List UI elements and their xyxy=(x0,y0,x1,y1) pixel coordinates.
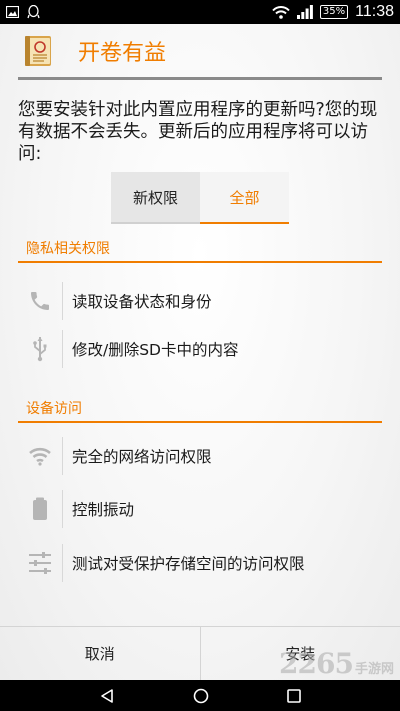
wifi-icon xyxy=(272,5,290,19)
permission-label: 控制振动 xyxy=(72,501,135,519)
recents-icon[interactable] xyxy=(287,688,301,703)
tab-new-permissions[interactable]: 新权限 xyxy=(111,172,200,224)
usb-icon xyxy=(33,337,47,362)
battery-indicator: 35% xyxy=(319,5,349,19)
permission-item[interactable]: 修改/删除SD卡中的内容 xyxy=(18,326,382,372)
status-bar: 35% 11:38 xyxy=(0,0,400,24)
permission-item[interactable]: 控制振动 xyxy=(18,486,382,532)
clock: 11:38 xyxy=(355,3,394,20)
divider xyxy=(62,544,63,582)
divider xyxy=(62,330,63,368)
home-icon[interactable] xyxy=(193,688,209,704)
image-icon xyxy=(6,6,19,18)
back-icon[interactable] xyxy=(99,688,115,704)
qq-icon xyxy=(27,5,40,19)
signal-icon xyxy=(296,5,313,19)
phone-icon xyxy=(31,292,49,310)
usb-icon-wrap xyxy=(18,326,62,372)
watermark-text: 手游网 xyxy=(354,662,394,677)
permission-label: 读取设备状态和身份 xyxy=(72,293,212,311)
vibrate-icon xyxy=(33,497,47,520)
section-device-title: 设备访问 xyxy=(18,395,382,423)
section-privacy-title: 隐私相关权限 xyxy=(18,235,382,263)
watermark-number: 2265 xyxy=(279,647,354,680)
wifi-icon-wrap xyxy=(18,433,62,479)
cancel-button[interactable]: 取消 xyxy=(0,627,200,680)
navigation-bar xyxy=(0,680,400,711)
dialog-header: 开卷有益 xyxy=(18,24,382,80)
site-watermark: 2265 手游网 xyxy=(279,650,394,678)
book-app-icon xyxy=(25,35,51,66)
wifi-icon xyxy=(29,447,51,466)
divider xyxy=(62,282,63,320)
tab-all[interactable]: 全部 xyxy=(200,172,289,224)
update-question: 您要安装针对此内置应用程序的更新吗?您的现有数据不会丢失。更新后的应用程序将可以… xyxy=(18,100,378,164)
vibrate-icon-wrap xyxy=(18,486,62,532)
sliders-icon-wrap xyxy=(18,540,62,586)
permission-label: 测试对受保护存储空间的访问权限 xyxy=(72,555,305,573)
phone-icon-wrap xyxy=(18,278,62,324)
permission-tabs: 新权限 全部 xyxy=(111,172,289,224)
divider xyxy=(62,490,63,528)
permission-label: 修改/删除SD卡中的内容 xyxy=(72,341,239,359)
permission-item[interactable]: 测试对受保护存储空间的访问权限 xyxy=(18,540,382,586)
permission-item[interactable]: 完全的网络访问权限 xyxy=(18,433,382,479)
app-name: 开卷有益 xyxy=(78,40,167,66)
install-permission-screen: 开卷有益 您要安装针对此内置应用程序的更新吗?您的现有数据不会丢失。更新后的应用… xyxy=(0,24,400,680)
permission-item[interactable]: 读取设备状态和身份 xyxy=(18,278,382,324)
permission-label: 完全的网络访问权限 xyxy=(72,448,212,466)
sliders-icon xyxy=(29,552,51,574)
divider xyxy=(62,437,63,475)
